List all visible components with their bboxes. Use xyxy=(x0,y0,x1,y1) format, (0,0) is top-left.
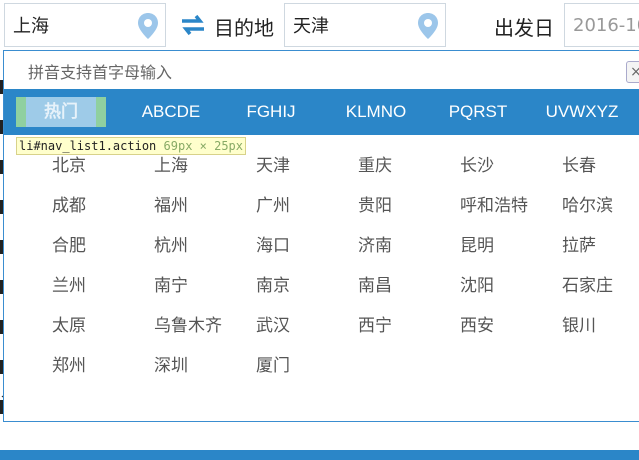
tab-pqrst[interactable]: PQRST xyxy=(428,89,528,135)
city-item[interactable]: 银川 xyxy=(562,311,596,336)
departure-city-field[interactable] xyxy=(4,3,166,47)
city-item[interactable]: 杭州 xyxy=(154,231,188,256)
swap-cities-icon[interactable] xyxy=(180,12,206,38)
city-item[interactable]: 西安 xyxy=(460,311,494,336)
destination-label: 目的地 xyxy=(214,16,274,40)
city-item[interactable]: 石家庄 xyxy=(562,271,613,296)
city-item[interactable]: 南昌 xyxy=(358,271,392,296)
city-item[interactable]: 乌鲁木齐 xyxy=(154,311,222,336)
city-item[interactable]: 沈阳 xyxy=(460,271,494,296)
city-item[interactable]: 西宁 xyxy=(358,311,392,336)
city-item[interactable]: 拉萨 xyxy=(562,231,596,256)
city-item[interactable]: 深圳 xyxy=(154,351,188,376)
city-item[interactable]: 长春 xyxy=(562,151,596,176)
background-bottom-bar xyxy=(0,450,639,460)
tab-klmno[interactable]: KLMNO xyxy=(326,89,426,135)
city-item[interactable]: 昆明 xyxy=(460,231,494,256)
tooltip-selector: li#nav_list1.action xyxy=(19,139,157,153)
city-item[interactable]: 太原 xyxy=(52,311,86,336)
city-item[interactable]: 福州 xyxy=(154,191,188,216)
city-item[interactable]: 呼和浩特 xyxy=(460,191,528,216)
departure-date-label: 出发日 xyxy=(494,16,554,40)
city-item[interactable]: 长沙 xyxy=(460,151,494,176)
close-button[interactable]: × xyxy=(626,61,639,83)
city-item[interactable]: 合肥 xyxy=(52,231,86,256)
city-item[interactable]: 武汉 xyxy=(256,311,290,336)
destination-city-field[interactable] xyxy=(284,3,446,47)
departure-date-input[interactable] xyxy=(565,4,639,46)
city-item[interactable]: 济南 xyxy=(358,231,392,256)
city-picker-panel: 拼音支持首字母输入 × 热门 ABCDE FGHIJ KLMNO PQRST U… xyxy=(3,50,639,422)
city-item[interactable]: 成都 xyxy=(52,191,86,216)
letter-tab-bar: 热门 ABCDE FGHIJ KLMNO PQRST UVWXYZ xyxy=(4,89,639,135)
city-item[interactable]: 重庆 xyxy=(358,151,392,176)
pinyin-hint: 拼音支持首字母输入 xyxy=(28,63,173,82)
city-item[interactable]: 贵阳 xyxy=(358,191,392,216)
departure-date-field[interactable] xyxy=(564,3,639,47)
location-pin-icon[interactable] xyxy=(137,12,159,40)
city-item[interactable]: 兰州 xyxy=(52,271,86,296)
tab-abcde[interactable]: ABCDE xyxy=(116,89,226,135)
city-item[interactable]: 天津 xyxy=(256,151,290,176)
city-item[interactable]: 南京 xyxy=(256,271,290,296)
devtools-element-tooltip: li#nav_list1.action 69px × 25px xyxy=(16,137,246,155)
tab-hot[interactable]: 热门 xyxy=(16,97,106,127)
tab-fghij[interactable]: FGHIJ xyxy=(226,89,316,135)
city-item[interactable]: 郑州 xyxy=(52,351,86,376)
city-item[interactable]: 厦门 xyxy=(256,351,290,376)
city-item[interactable]: 海口 xyxy=(256,231,290,256)
city-item[interactable]: 广州 xyxy=(256,191,290,216)
tab-uvwxyz[interactable]: UVWXYZ xyxy=(530,89,634,135)
location-pin-icon[interactable] xyxy=(417,12,439,40)
city-item[interactable]: 哈尔滨 xyxy=(562,191,613,216)
tooltip-size: 69px × 25px xyxy=(163,139,243,153)
city-item[interactable]: 南宁 xyxy=(154,271,188,296)
